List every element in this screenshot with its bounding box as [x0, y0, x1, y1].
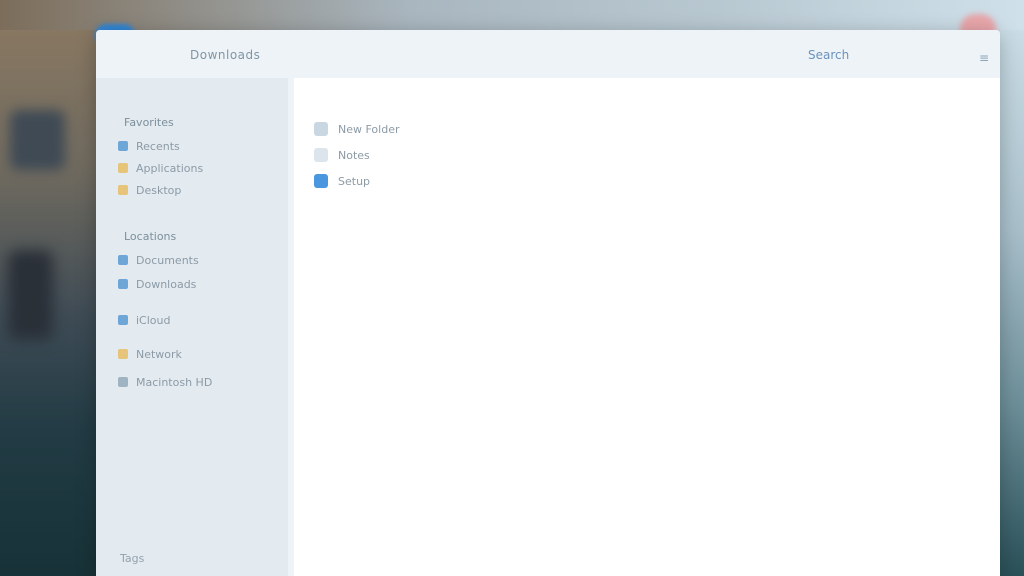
menu-icon[interactable]: ≡	[976, 50, 992, 66]
file-manager-window: Downloads Search ≡ Favorites Recents App…	[96, 30, 1000, 576]
clock-icon	[118, 141, 128, 151]
sidebar-item-label: iCloud	[136, 313, 171, 327]
document-icon	[314, 148, 328, 162]
drive-icon	[118, 377, 128, 387]
search-button[interactable]: Search	[808, 48, 849, 62]
desktop-scene-shape	[10, 110, 65, 170]
sidebar-group-favorites: Favorites	[124, 116, 174, 129]
sidebar-item-label: Recents	[136, 139, 180, 153]
titlebar: Downloads Search ≡	[96, 30, 1000, 78]
sidebar-item-label: Downloads	[136, 277, 197, 291]
sidebar-item-label: Network	[136, 347, 182, 361]
sidebar-item-downloads[interactable]: Downloads	[118, 274, 196, 294]
sidebar-item-label: Desktop	[136, 183, 182, 197]
folder-icon	[118, 163, 128, 173]
blue-circle-icon	[314, 174, 328, 188]
sidebar-group-locations: Locations	[124, 230, 177, 243]
list-item[interactable]: Notes	[314, 144, 370, 166]
sidebar-item-desktop[interactable]: Desktop	[118, 180, 181, 200]
sidebar: Favorites Recents Applications Desktop L…	[96, 78, 288, 576]
sidebar-item-label: Documents	[136, 253, 199, 267]
file-name: Notes	[338, 148, 370, 162]
sidebar-item-label: Applications	[136, 161, 204, 175]
sidebar-item-label: Macintosh HD	[136, 375, 213, 389]
folder-icon	[314, 122, 328, 136]
cloud-icon	[118, 315, 128, 325]
desktop-scene-top	[0, 0, 1024, 30]
sidebar-item-macintosh-hd[interactable]: Macintosh HD	[118, 372, 212, 392]
sidebar-footer-label: Tags	[120, 552, 145, 565]
window-title: Downloads	[190, 48, 261, 62]
sidebar-item-recents[interactable]: Recents	[118, 136, 180, 156]
list-item[interactable]: New Folder	[314, 118, 399, 140]
folder-icon	[118, 349, 128, 359]
folder-icon	[118, 185, 128, 195]
file-list: New Folder Notes Setup	[294, 78, 1000, 576]
file-name: New Folder	[338, 122, 400, 136]
folder-icon	[118, 279, 128, 289]
file-name: Setup	[338, 174, 371, 188]
sidebar-item-icloud[interactable]: iCloud	[118, 310, 170, 330]
sidebar-item-network[interactable]: Network	[118, 344, 182, 364]
folder-icon	[118, 255, 128, 265]
sidebar-item-applications[interactable]: Applications	[118, 158, 203, 178]
list-item[interactable]: Setup	[314, 170, 370, 192]
sidebar-item-documents[interactable]: Documents	[118, 250, 199, 270]
desktop-scene-shape	[8, 250, 53, 340]
